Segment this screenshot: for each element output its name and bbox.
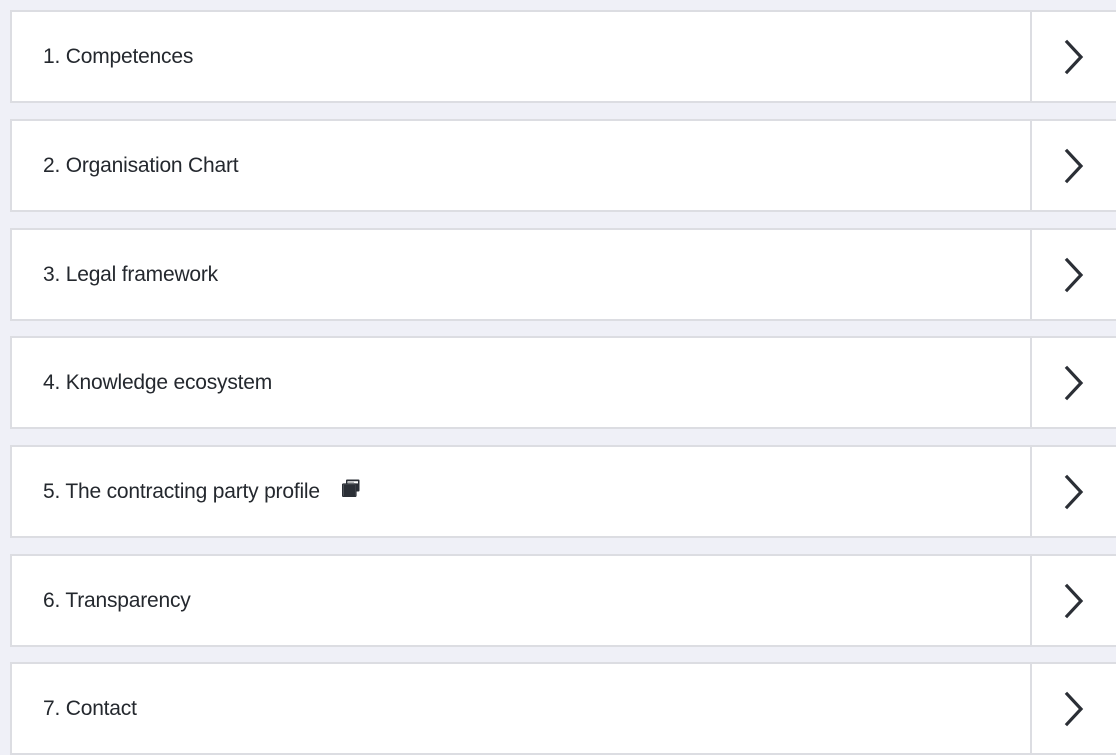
menu-item-contracting-party-profile[interactable]: 5. The contracting party profile: [10, 445, 1116, 538]
menu-item-competences[interactable]: 1. Competences: [10, 10, 1116, 103]
menu-item-knowledge-ecosystem[interactable]: 4. Knowledge ecosystem: [10, 336, 1116, 429]
menu-item-label[interactable]: 6. Transparency: [43, 589, 191, 613]
menu-item-label[interactable]: 3. Legal framework: [43, 263, 218, 287]
chevron-right-icon: [1064, 148, 1084, 183]
chevron-right-icon: [1064, 257, 1084, 292]
menu-item-arrow-button[interactable]: [1030, 664, 1116, 753]
menu-item-label-area[interactable]: 5. The contracting party profile: [12, 447, 1030, 536]
menu-item-arrow-button[interactable]: [1030, 447, 1116, 536]
menu-item-label[interactable]: 1. Competences: [43, 45, 193, 69]
menu-item-organisation-chart[interactable]: 2. Organisation Chart: [10, 119, 1116, 212]
menu-item-label-area[interactable]: 7. Contact: [12, 664, 1030, 753]
menu-item-contact[interactable]: 7. Contact: [10, 662, 1116, 755]
menu-item-label[interactable]: 7. Contact: [43, 697, 137, 721]
menu-item-label[interactable]: 2. Organisation Chart: [43, 154, 239, 178]
menu-item-arrow-button[interactable]: [1030, 12, 1116, 101]
external-window-icon: [341, 479, 360, 497]
menu-item-label-area[interactable]: 1. Competences: [12, 12, 1030, 101]
menu-item-label-area[interactable]: 2. Organisation Chart: [12, 121, 1030, 210]
chevron-right-icon: [1064, 474, 1084, 509]
menu-item-label-area[interactable]: 6. Transparency: [12, 556, 1030, 645]
menu-item-arrow-button[interactable]: [1030, 121, 1116, 210]
chevron-right-icon: [1064, 691, 1084, 726]
menu-item-legal-framework[interactable]: 3. Legal framework: [10, 228, 1116, 321]
menu-item-arrow-button[interactable]: [1030, 338, 1116, 427]
menu-item-label-area[interactable]: 4. Knowledge ecosystem: [12, 338, 1030, 427]
menu-item-label-area[interactable]: 3. Legal framework: [12, 230, 1030, 319]
chevron-right-icon: [1064, 39, 1084, 74]
chevron-right-icon: [1064, 583, 1084, 618]
menu-item-arrow-button[interactable]: [1030, 230, 1116, 319]
menu-item-transparency[interactable]: 6. Transparency: [10, 554, 1116, 647]
menu-item-arrow-button[interactable]: [1030, 556, 1116, 645]
menu-list: 1. Competences 2. Organisation Chart 3. …: [0, 0, 1116, 755]
menu-item-label[interactable]: 5. The contracting party profile: [43, 480, 320, 504]
menu-item-label[interactable]: 4. Knowledge ecosystem: [43, 371, 272, 395]
chevron-right-icon: [1064, 365, 1084, 400]
